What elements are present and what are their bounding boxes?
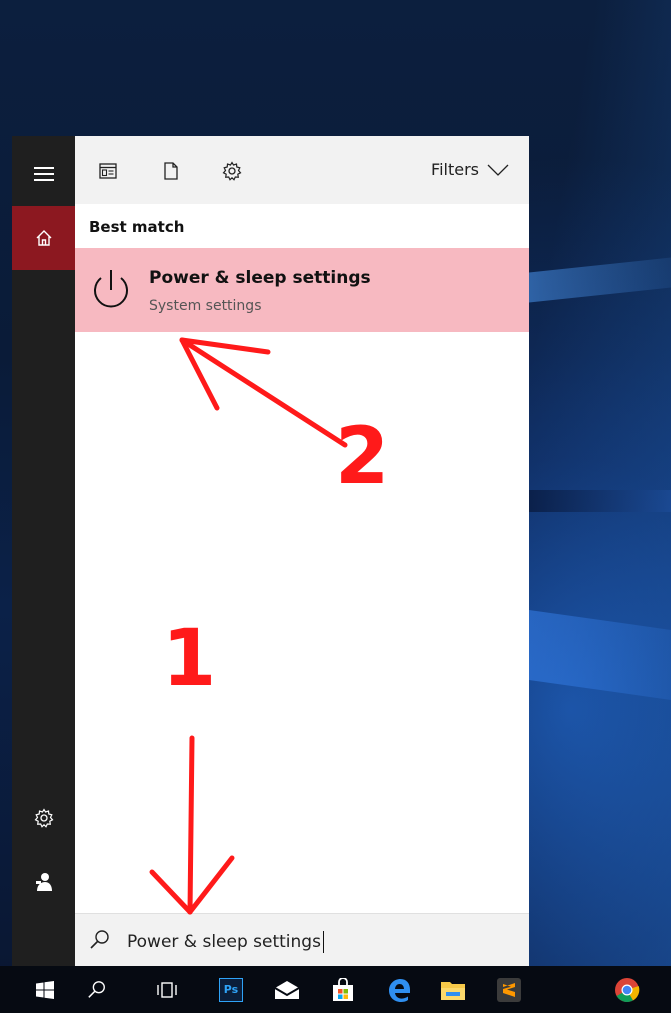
start-menu: Filters Best match Power & sleep setting… bbox=[12, 136, 529, 967]
document-icon bbox=[164, 162, 178, 180]
home-icon bbox=[36, 230, 51, 246]
windows-start-icon bbox=[36, 980, 54, 999]
home-button[interactable] bbox=[12, 206, 75, 270]
best-match-result[interactable]: Power & sleep settings System settings bbox=[75, 248, 529, 332]
gear-icon bbox=[34, 808, 53, 828]
settings-scope-button[interactable] bbox=[219, 158, 245, 184]
wallpaper-light-beam bbox=[529, 257, 671, 303]
chrome-icon bbox=[615, 977, 640, 1002]
search-icon bbox=[88, 980, 105, 998]
search-results-panel: Filters Best match Power & sleep setting… bbox=[75, 136, 529, 967]
edge-icon bbox=[389, 978, 410, 1002]
mail-taskbar-button[interactable] bbox=[264, 966, 310, 1013]
search-box[interactable]: Power & sleep settings bbox=[75, 913, 529, 967]
result-title: Power & sleep settings bbox=[149, 268, 371, 288]
power-icon bbox=[94, 270, 128, 308]
photoshop-taskbar-button[interactable]: Ps bbox=[208, 966, 254, 1013]
mail-icon bbox=[274, 980, 300, 999]
wallpaper-light-beam bbox=[529, 490, 671, 512]
search-input[interactable]: Power & sleep settings bbox=[127, 931, 324, 953]
search-scope-bar: Filters bbox=[75, 136, 529, 204]
user-icon bbox=[35, 873, 52, 891]
sublime-text-taskbar-button[interactable] bbox=[486, 966, 532, 1013]
task-view-button[interactable] bbox=[144, 966, 190, 1013]
app-window-icon bbox=[99, 163, 117, 179]
search-input-text: Power & sleep settings bbox=[127, 932, 321, 952]
hamburger-icon bbox=[33, 167, 54, 181]
gear-icon bbox=[222, 161, 242, 181]
result-subtitle: System settings bbox=[149, 298, 262, 314]
chevron-down-icon bbox=[487, 164, 509, 176]
wallpaper-light-beam bbox=[529, 610, 671, 700]
chrome-taskbar-button[interactable] bbox=[604, 966, 650, 1013]
task-view-icon bbox=[157, 981, 177, 998]
sublime-text-icon bbox=[497, 977, 521, 1002]
file-explorer-taskbar-button[interactable] bbox=[430, 966, 476, 1013]
user-account-button[interactable] bbox=[12, 850, 75, 914]
edge-taskbar-button[interactable] bbox=[376, 966, 422, 1013]
search-icon bbox=[90, 930, 109, 949]
hamburger-menu-button[interactable] bbox=[12, 144, 75, 204]
taskbar: Ps bbox=[0, 966, 671, 1013]
store-icon bbox=[333, 977, 353, 1001]
filters-label: Filters bbox=[431, 160, 479, 179]
best-match-heading: Best match bbox=[89, 218, 185, 236]
documents-scope-button[interactable] bbox=[158, 158, 184, 184]
settings-button[interactable] bbox=[12, 786, 75, 850]
start-left-rail bbox=[12, 136, 75, 966]
photoshop-icon: Ps bbox=[219, 977, 243, 1002]
apps-scope-button[interactable] bbox=[95, 158, 121, 184]
taskbar-search-button[interactable] bbox=[74, 966, 120, 1013]
store-taskbar-button[interactable] bbox=[320, 966, 366, 1013]
start-button[interactable] bbox=[22, 966, 68, 1013]
photoshop-label: Ps bbox=[223, 983, 239, 996]
file-explorer-icon bbox=[441, 981, 465, 1000]
filters-dropdown[interactable]: Filters bbox=[431, 160, 509, 179]
text-caret bbox=[322, 931, 324, 953]
